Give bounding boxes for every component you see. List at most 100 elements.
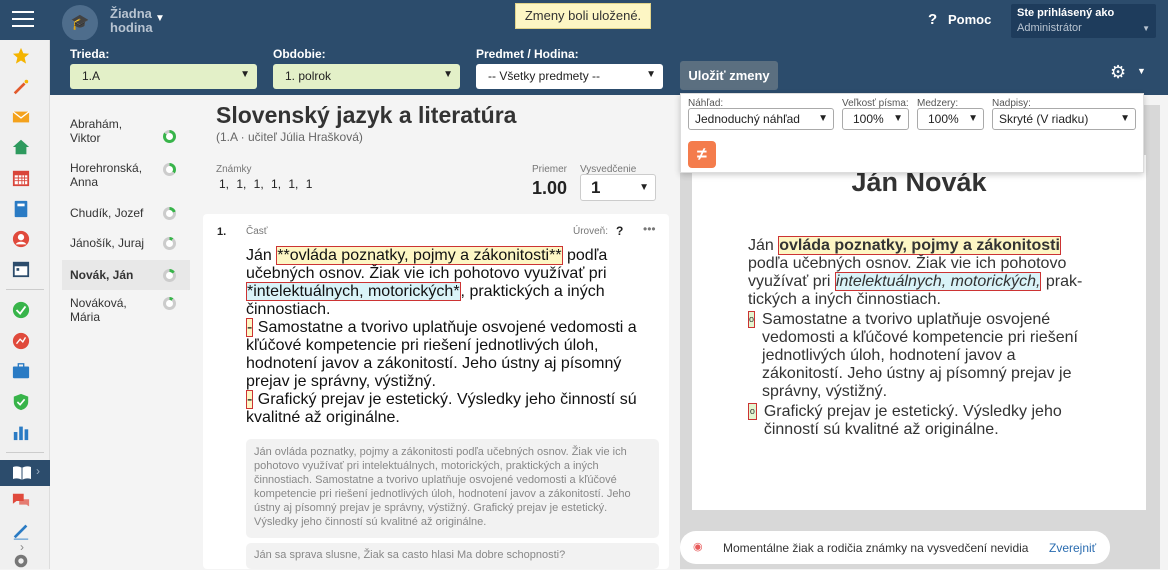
sidebar-item-active[interactable]: › <box>0 460 50 486</box>
subject-label: Predmet / Hodina: <box>476 47 579 61</box>
chevron-down-icon: ▼ <box>1120 113 1130 124</box>
lesson-label: Žiadna hodina <box>110 6 153 35</box>
sidebar-divider <box>6 452 44 453</box>
chart-circle-icon[interactable] <box>12 332 30 350</box>
cert-grade-value: 1 <box>591 178 601 197</box>
user-icon[interactable] <box>12 230 30 248</box>
top-bar: 🎓 Žiadna hodina ▼ Zmeny boli uložené. ? … <box>0 0 1168 41</box>
visibility-notice: ◉ Momentálne žiak a rodičia známky na vy… <box>680 531 1110 564</box>
chevron-down-icon[interactable]: ▼ <box>1137 66 1146 76</box>
card-number: 1. <box>217 226 227 238</box>
view-select[interactable]: Jednoduchý náhľad ▼ <box>688 108 834 130</box>
not-equal-icon[interactable]: ≠ <box>688 141 716 168</box>
student-item-selected[interactable]: Novák, Ján <box>62 260 190 290</box>
editor-text: Samostatne a tvorivo uplatňuje osvojené … <box>246 319 637 390</box>
suggestion-preview[interactable]: Ján sa sprava slusne, Žiak sa casto hlas… <box>246 543 659 569</box>
mail-icon[interactable] <box>12 108 30 126</box>
student-name: Horehronská, Anna <box>70 161 143 189</box>
chevron-down-icon: ▼ <box>240 69 250 80</box>
home-icon[interactable] <box>12 138 30 156</box>
shield-icon[interactable] <box>12 393 30 411</box>
chevron-down-icon[interactable]: ▼ <box>155 13 165 24</box>
open-book-icon <box>13 466 31 480</box>
page-subtitle: (1.A · učiteľ Júlia Hrašková) <box>216 130 363 144</box>
chat-icon[interactable] <box>12 492 30 510</box>
pen-icon[interactable] <box>12 522 30 540</box>
preview-pane: Ján Novák Ján ovláda poznatky, pojmy a z… <box>680 105 1160 569</box>
avg-label: Priemer <box>532 164 568 175</box>
lesson-selector[interactable]: Žiadna hodina <box>110 7 154 35</box>
calendar-icon[interactable] <box>12 169 30 187</box>
level-value[interactable]: ? <box>616 224 623 238</box>
student-item[interactable]: Horehronská, Anna <box>62 161 190 191</box>
chevron-down-icon: ▼ <box>639 182 649 193</box>
gear-icon[interactable]: ⚙ <box>1110 62 1126 83</box>
student-item[interactable]: Abrahám, Viktor <box>62 117 190 147</box>
help-link[interactable]: Pomoc <box>948 12 991 27</box>
notice-text: Momentálne žiak a rodičia známky na vysv… <box>723 541 1029 555</box>
student-name: Nováková, Mária <box>70 296 127 324</box>
student-name: Chudík, Jozef <box>70 206 144 220</box>
bar-chart-icon[interactable] <box>12 423 30 441</box>
bullet-marker: o <box>748 403 757 420</box>
suggestion-preview[interactable]: Ján ovláda poznatky, pojmy a zákonitosti… <box>246 439 659 538</box>
book-icon[interactable] <box>12 200 30 218</box>
student-item[interactable]: Nováková, Mária <box>62 296 190 326</box>
headings-value: Skryté (V riadku) <box>999 112 1089 126</box>
paper-item-text: Samostatne a tvorivo uplatňuje osvojené … <box>762 311 1078 400</box>
paper-list-item: o Grafický prejav je estetický. Výsledky … <box>748 403 1098 439</box>
spacing-select[interactable]: 100% ▼ <box>917 108 984 130</box>
chevron-down-icon: ▼ <box>443 69 453 80</box>
view-settings-panel: Náhľad: Jednoduchý náhľad ▼ Veľkosť písma… <box>680 93 1144 173</box>
period-select[interactable]: 1. polrok ▼ <box>273 64 460 89</box>
star-icon[interactable] <box>12 47 30 65</box>
editor-text: Grafický prejav je estetický. Výsledky j… <box>246 391 637 426</box>
student-item[interactable]: Chudík, Jozef <box>62 206 190 222</box>
evaluation-card: 1. Časť Úroveň: ? ••• Ján **ovláda pozna… <box>203 214 669 569</box>
briefcase-icon[interactable] <box>12 362 30 380</box>
class-label: Trieda: <box>70 47 110 61</box>
class-value: 1.A <box>82 69 101 83</box>
class-select[interactable]: 1.A ▼ <box>70 64 257 89</box>
hamburger-menu-icon[interactable] <box>12 11 34 29</box>
editor-text: Ján <box>246 247 277 264</box>
subject-select[interactable]: -- Všetky predmety -- ▼ <box>476 64 663 89</box>
grades-label: Známky <box>216 164 252 175</box>
chevron-down-icon: ▼ <box>818 113 828 124</box>
sidebar-divider <box>6 289 44 290</box>
schedule-icon[interactable] <box>12 260 30 278</box>
progress-ring <box>163 297 176 310</box>
paper-list-item: o Samostatne a tvorivo uplatňuje osvojené… <box>748 311 1098 401</box>
headings-select[interactable]: Skryté (V riadku) ▼ <box>992 108 1136 130</box>
user-menu[interactable]: Ste prihlásený ako Administrátor ▼ <box>1011 4 1156 38</box>
magic-wand-icon[interactable] <box>12 78 30 96</box>
publish-link[interactable]: Zverejniť <box>1049 541 1096 555</box>
font-size-select[interactable]: 100% ▼ <box>842 108 909 130</box>
subject-value: -- Všetky predmety -- <box>488 69 601 83</box>
chevron-right-icon: › <box>36 464 40 478</box>
bold-markup: **ovláda poznatky, pojmy a zákonitosti** <box>276 246 563 265</box>
filter-bar: Trieda: 1.A ▼ Obdobie: 1. polrok ▼ Predmet… <box>50 40 1168 95</box>
more-options-icon[interactable]: ••• <box>643 222 656 236</box>
chevron-down-icon: ▼ <box>968 113 978 124</box>
certificate-paper: Ján Novák Ján ovláda poznatky, pojmy a z… <box>692 155 1146 510</box>
paper-italic: intelektuálnych, motorických, <box>834 272 1042 291</box>
paper-item-text: Grafický prejav je estetický. Výsledky j… <box>763 403 1062 438</box>
check-circle-icon[interactable] <box>12 301 30 319</box>
view-value: Jednoduchý náhľad <box>695 112 800 126</box>
help-icon[interactable]: ? <box>928 11 937 28</box>
cert-grade-select[interactable]: 1 ▼ <box>580 174 656 201</box>
student-item[interactable]: Jánošík, Juraj <box>62 236 190 252</box>
chevron-down-icon: ▼ <box>1142 24 1150 33</box>
italic-markup: *intelektuálnych, motorických* <box>246 282 461 301</box>
progress-ring <box>163 269 176 282</box>
student-name: Abrahám, Viktor <box>70 117 123 145</box>
gear-icon[interactable] <box>12 552 30 570</box>
part-label: Časť <box>246 226 268 237</box>
evaluation-editor[interactable]: Ján **ovláda poznatky, pojmy a zákonitos… <box>246 246 646 427</box>
certificate-text: Ján ovláda poznatky, pojmy a zákonitosti… <box>748 236 1098 439</box>
avg-value: 1.00 <box>532 178 568 198</box>
sidebar: › › <box>0 40 50 569</box>
paper-bold: ovláda poznatky, pojmy a zákonitosti <box>778 236 1061 255</box>
save-button[interactable]: Uložiť zmeny <box>680 61 778 90</box>
